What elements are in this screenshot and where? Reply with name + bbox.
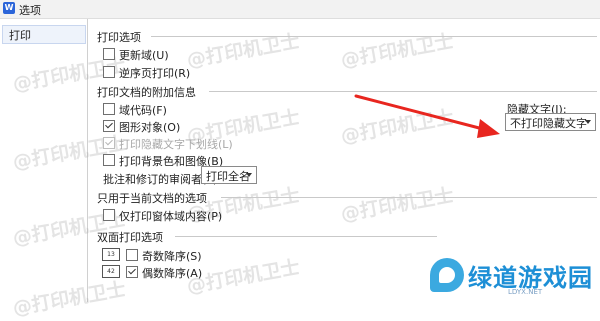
logo-mark-icon <box>430 258 464 292</box>
duplex-even-icon: 42 <box>102 265 120 278</box>
sidebar-item-label: 打印 <box>9 29 31 42</box>
duplex-header: 双面打印选项 <box>97 229 437 244</box>
dialog-title: 选项 <box>19 4 41 17</box>
duplex-odd-icon: 13 <box>102 248 120 261</box>
hidden-text-underline-checkbox[interactable] <box>103 137 115 149</box>
title-bar: W 选项 <box>0 0 600 19</box>
hidden-text-select[interactable]: 不打印隐藏文字 <box>505 113 596 131</box>
background-checkbox[interactable] <box>103 154 115 166</box>
logo-subtext: LDYX.NET <box>508 288 543 296</box>
even-reverse-checkbox[interactable] <box>126 266 138 278</box>
reviewer-select[interactable]: 打印全名 <box>201 166 257 184</box>
print-options-header: 打印选项 <box>97 29 597 44</box>
drawing-objects-checkbox[interactable] <box>103 120 115 132</box>
chevron-down-icon <box>246 173 252 177</box>
reverse-order-checkbox[interactable] <box>103 66 115 78</box>
sidebar-item-print[interactable]: 打印 <box>2 25 86 44</box>
odd-reverse-checkbox[interactable] <box>126 249 138 261</box>
chevron-down-icon <box>585 120 591 124</box>
extra-info-header: 打印文档的附加信息 <box>97 84 597 99</box>
form-data-only-checkbox[interactable] <box>103 209 115 221</box>
current-doc-header: 只用于当前文档的选项 <box>97 190 597 205</box>
field-codes-checkbox[interactable] <box>103 103 115 115</box>
update-fields-checkbox[interactable] <box>103 48 115 60</box>
options-sidebar: 打印 <box>0 19 88 302</box>
site-logo: 绿道游戏园 LDYX.NET <box>430 256 598 300</box>
wps-writer-icon: W <box>3 2 15 14</box>
